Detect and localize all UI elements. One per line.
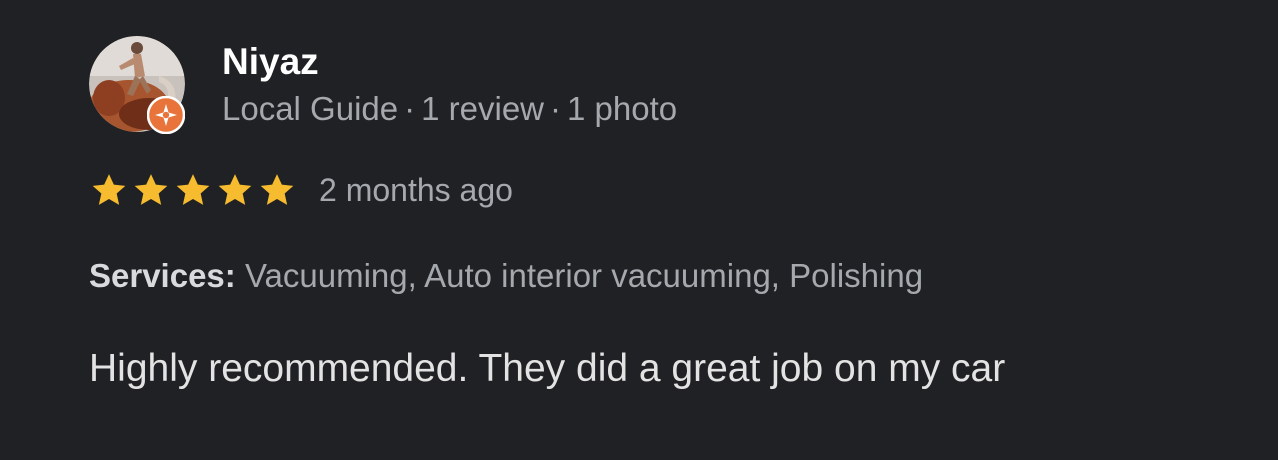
author-name[interactable]: Niyaz — [222, 40, 319, 84]
meta-separator: · — [550, 90, 562, 127]
meta-separator: · — [404, 90, 416, 127]
local-guide-label: Local Guide — [222, 90, 399, 127]
review-time: 2 months ago — [319, 172, 513, 208]
star-icon — [176, 174, 210, 205]
review-card: Niyaz Local Guide · 1 review · 1 photo 2 mon… — [0, 0, 1278, 460]
star-rating — [89, 170, 297, 210]
star-icon — [260, 174, 294, 205]
author-meta: Local Guide · 1 review · 1 photo — [222, 89, 677, 129]
star-icon — [218, 174, 252, 205]
review-count: 1 review — [421, 90, 545, 127]
local-guide-badge-icon — [147, 96, 185, 134]
services-line: Services: Vacuuming, Auto interior vacuu… — [89, 256, 923, 296]
rating-row: 2 months ago — [89, 170, 513, 210]
services-label: Services: — [89, 257, 236, 294]
star-icon — [92, 174, 126, 205]
review-text: Highly recommended. They did a great job… — [89, 347, 1006, 390]
star-icon — [134, 174, 168, 205]
author-avatar[interactable] — [89, 36, 185, 134]
photo-count: 1 photo — [567, 90, 678, 127]
services-value: Vacuuming, Auto interior vacuuming, Poli… — [244, 257, 924, 294]
